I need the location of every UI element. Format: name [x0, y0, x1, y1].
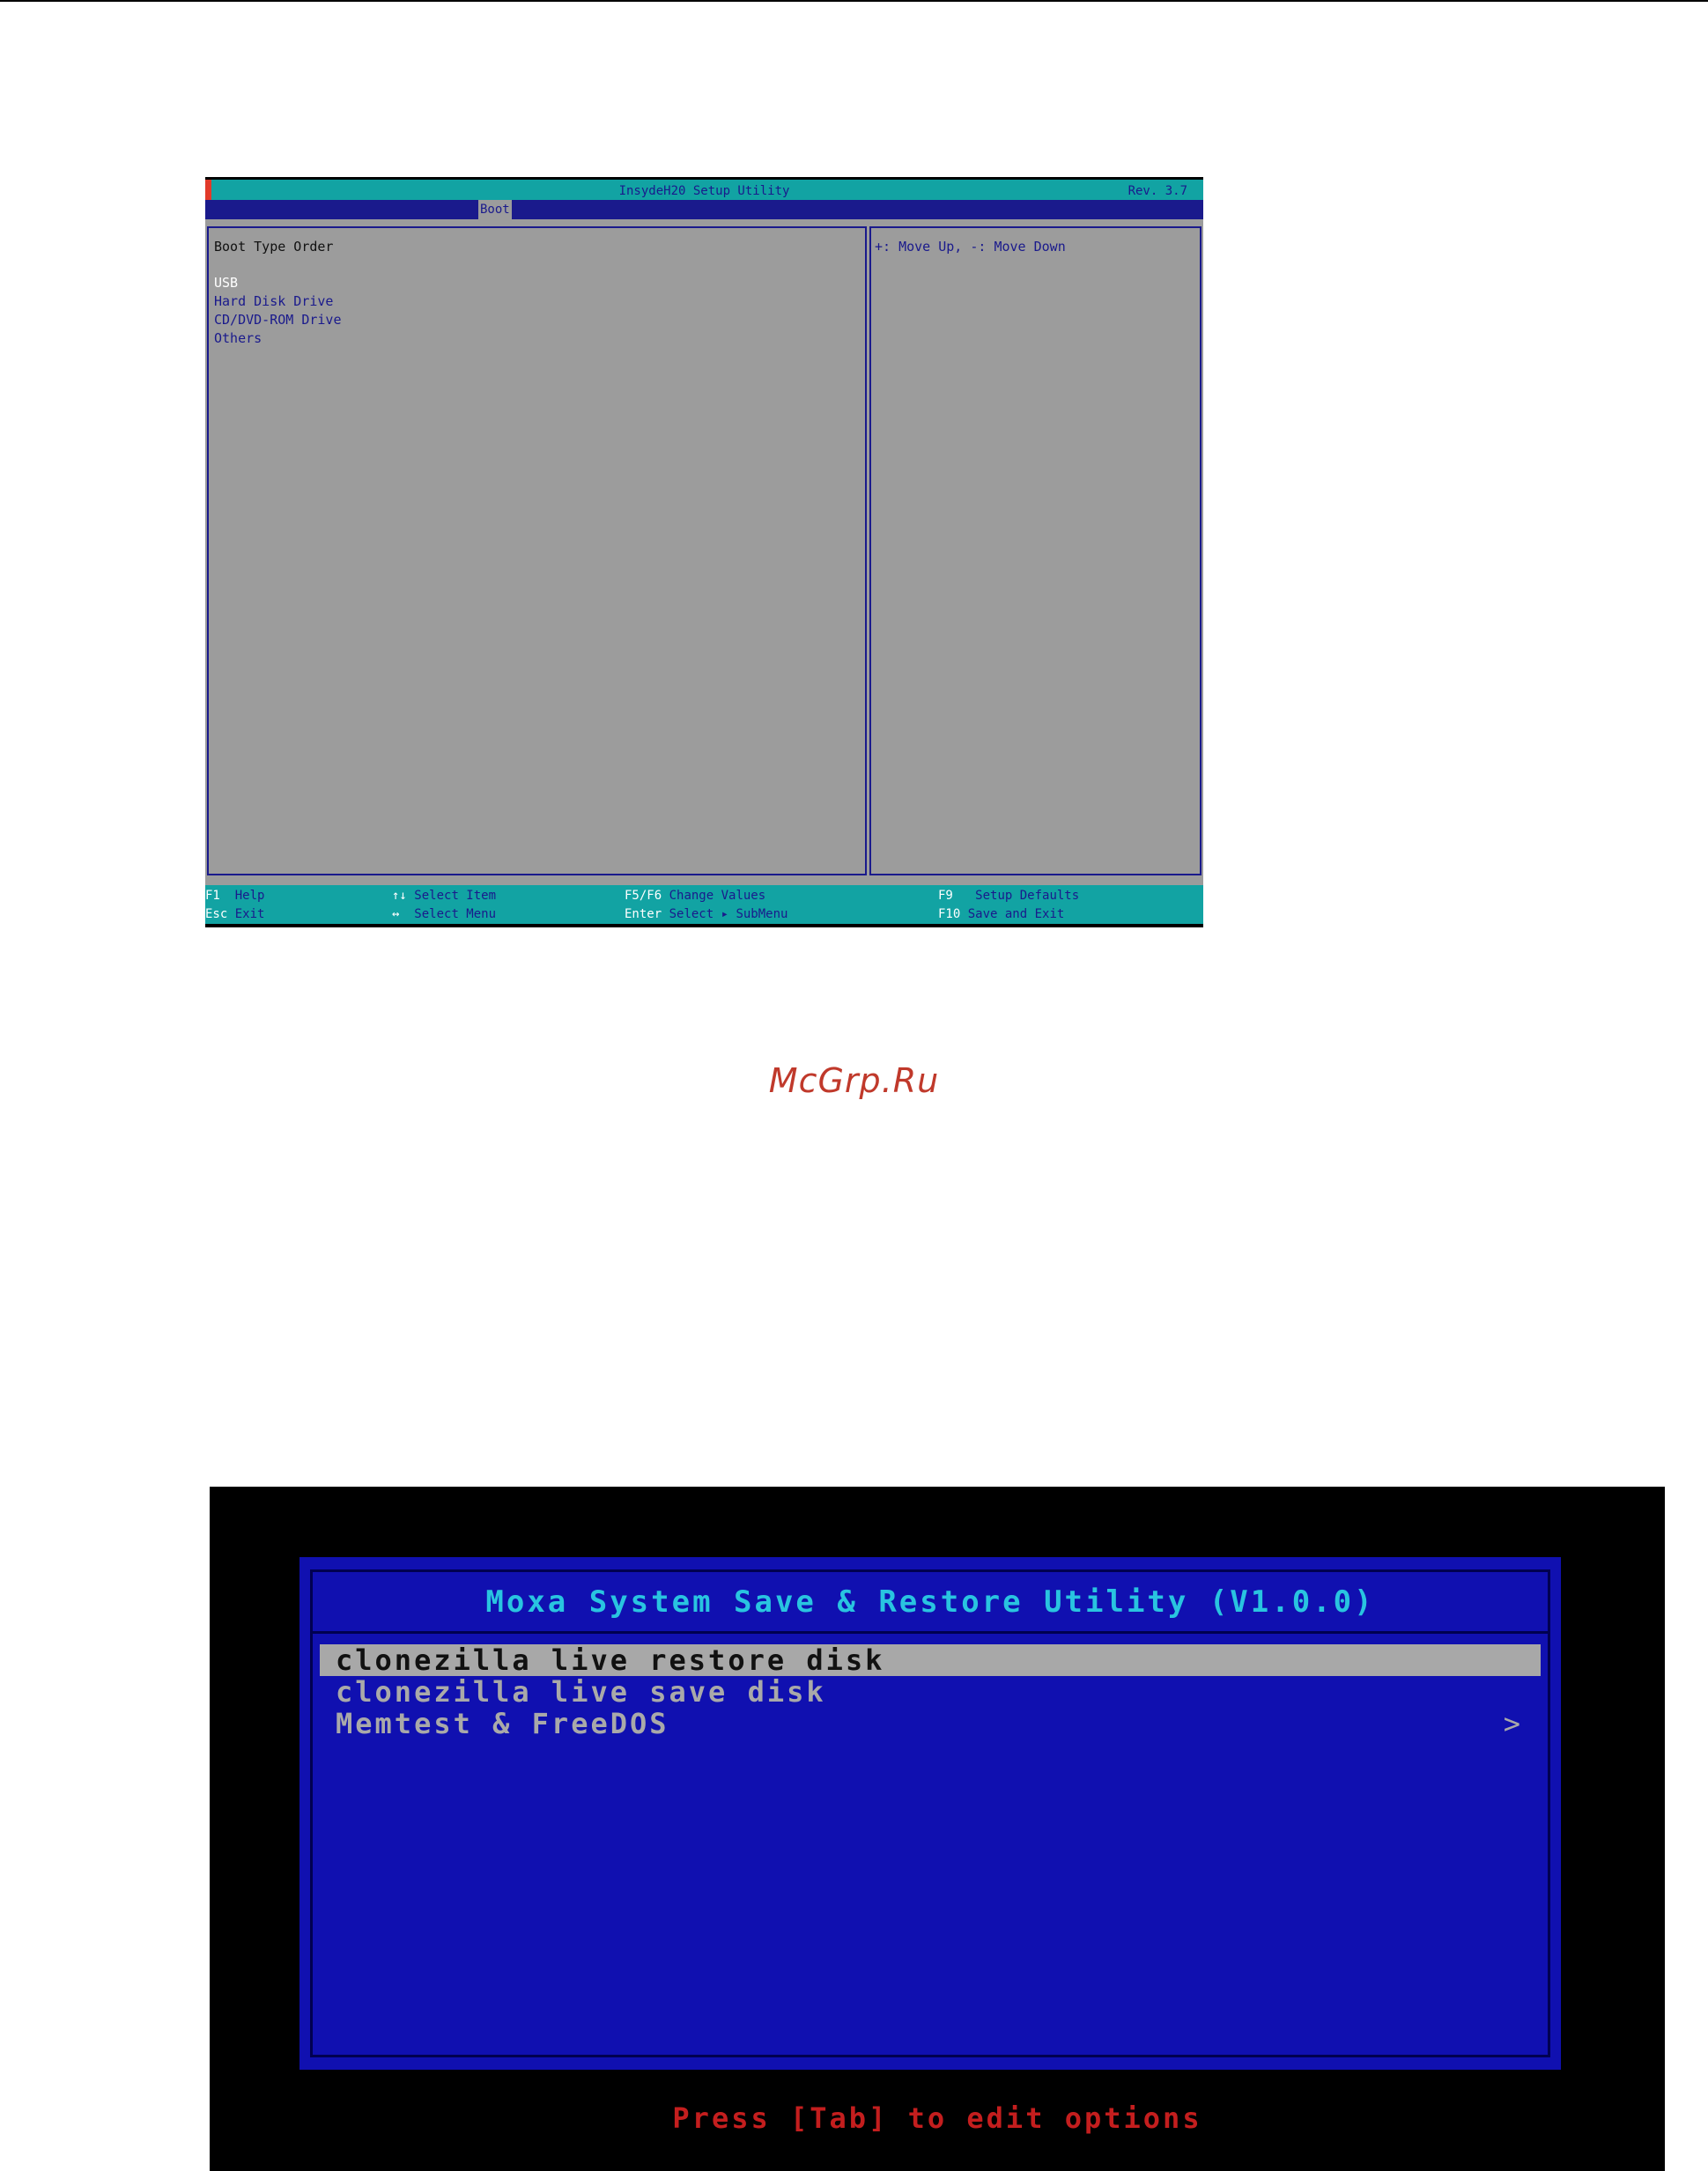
boot-item-usb[interactable]: USB [214, 274, 342, 292]
footer-desc: Change Values [669, 889, 766, 903]
bios-title-bar: InsydeH20 Setup Utility Rev. 3.7 [205, 177, 1203, 203]
boot-menu-inner-border: Moxa System Save & Restore Utility (V1.0… [310, 1569, 1550, 2057]
boot-menu-title-bar: Moxa System Save & Restore Utility (V1.0… [313, 1572, 1548, 1634]
menu-item-label: clonezilla live restore disk [336, 1643, 885, 1677]
footer-key: Esc [205, 907, 228, 921]
footer-key-select-submenu: Enter Select ▸ SubMenu [625, 905, 787, 924]
bios-help-pane: +: Move Up, -: Move Down [869, 226, 1202, 875]
boot-item-cd-dvd-rom-drive[interactable]: CD/DVD-ROM Drive [214, 311, 342, 329]
footer-key-save-and-exit: F10 Save and Exit [938, 905, 1064, 924]
boot-menu-screen: Moxa System Save & Restore Utility (V1.0… [210, 1487, 1665, 2171]
footer-desc: Setup Defaults [975, 889, 1080, 903]
menu-item-clonezilla-restore[interactable]: clonezilla live restore disk [320, 1644, 1541, 1676]
boot-item-hard-disk-drive[interactable]: Hard Disk Drive [214, 292, 342, 311]
footer-key: Enter [625, 907, 662, 921]
footer-key-select-item: ↑↓ Select Item [392, 887, 496, 905]
footer-key: F1 [205, 889, 220, 903]
footer-desc: Select Menu [414, 907, 497, 921]
footer-key: ↑↓ [392, 889, 407, 903]
footer-desc: Select Item [414, 889, 497, 903]
menu-item-label: Memtest & FreeDOS [336, 1707, 669, 1740]
page-top-rule [0, 0, 1708, 2]
footer-key-setup-defaults: F9 Setup Defaults [938, 887, 1079, 905]
menu-item-memtest-freedos[interactable]: Memtest & FreeDOS > [320, 1708, 1541, 1739]
help-text: +: Move Up, -: Move Down [875, 239, 1066, 255]
footer-desc: Save and Exit [967, 907, 1065, 921]
boot-menu-frame: Moxa System Save & Restore Utility (V1.0… [299, 1557, 1561, 2070]
menu-item-clonezilla-save[interactable]: clonezilla live save disk [320, 1676, 1541, 1708]
menu-item-label: clonezilla live save disk [336, 1675, 826, 1709]
bios-setup-screen: InsydeH20 Setup Utility Rev. 3.7 Boot Bo… [205, 177, 1203, 927]
footer-key: F10 [938, 907, 961, 921]
boot-menu-title: Moxa System Save & Restore Utility (V1.0… [485, 1584, 1375, 1620]
chevron-right-icon: > [1503, 1707, 1523, 1740]
footer-desc: Help [234, 889, 265, 903]
bios-footer: F1 Help Esc Exit ↑↓ Select Item ↔ Select… [205, 885, 1203, 927]
footer-desc: Exit [234, 907, 265, 921]
edit-options-hint: Press [Tab] to edit options [672, 2101, 1202, 2135]
footer-desc: Select ▸ SubMenu [669, 907, 788, 921]
bios-main-pane: Boot Type Order USB Hard Disk Drive CD/D… [207, 226, 867, 875]
tab-boot[interactable]: Boot [478, 200, 512, 219]
footer-key: ↔ [392, 907, 400, 921]
boot-menu-list: clonezilla live restore disk clonezilla … [320, 1644, 1541, 1739]
footer-key-exit: Esc Exit [205, 905, 264, 924]
footer-key-help: F1 Help [205, 887, 264, 905]
boot-type-order-list: USB Hard Disk Drive CD/DVD-ROM Drive Oth… [214, 274, 342, 348]
footer-key-select-menu: ↔ Select Menu [392, 905, 496, 924]
footer-key: F9 [938, 889, 953, 903]
footer-key: F5/F6 [625, 889, 662, 903]
footer-key-change-values: F5/F6 Change Values [625, 887, 765, 905]
watermark: McGrp.Ru [768, 1061, 940, 1100]
boot-type-order-heading: Boot Type Order [214, 239, 334, 255]
bios-menu-bar: Boot [205, 200, 1203, 219]
boot-item-others[interactable]: Others [214, 329, 342, 348]
